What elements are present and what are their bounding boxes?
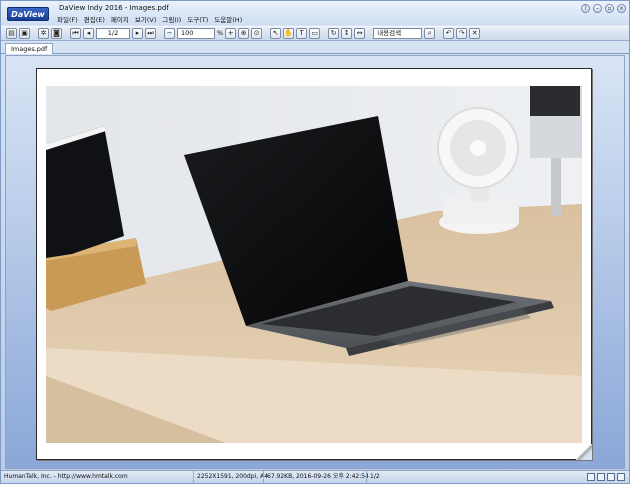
grid-view-icon[interactable] [617, 473, 625, 481]
menu-image[interactable]: 그림(I) [162, 14, 181, 24]
zoom-unit: % [217, 29, 224, 37]
menu-page[interactable]: 페이지 [111, 14, 129, 24]
app-logo: DaView [7, 7, 49, 21]
laptop-on-desk-image [46, 86, 582, 443]
main-toolbar: ▤ ▣ ✲ ◙ ⏮ ◂ 1/2 ▸ ⏭ − 100 % + ⊕ ⊙ ↖ ✋ T … [1, 26, 629, 41]
zoom-in-icon[interactable]: + [225, 28, 237, 39]
document-viewer[interactable] [5, 55, 625, 469]
window-controls: ? – ▫ × [581, 4, 626, 13]
single-page-view-icon[interactable] [587, 473, 595, 481]
view-mode-icons [587, 473, 625, 481]
redo-icon[interactable]: ↷ [456, 28, 468, 39]
continuous-view-icon[interactable] [597, 473, 605, 481]
search-icon[interactable]: ⌕ [424, 28, 436, 39]
pdf-page [36, 68, 592, 460]
close-document-icon[interactable]: ✕ [469, 28, 481, 39]
close-icon[interactable]: × [617, 4, 626, 13]
save-icon[interactable]: ▤ [6, 28, 17, 39]
status-page: 1/2 [366, 471, 576, 483]
fit-width-icon[interactable]: ↔ [354, 28, 366, 39]
previous-page-icon[interactable]: ◂ [83, 28, 94, 39]
menu-edit[interactable]: 편집(E) [84, 14, 105, 24]
menu-view[interactable]: 보기(V) [135, 14, 156, 24]
rotate-icon[interactable]: ↻ [328, 28, 340, 39]
page-number-input[interactable]: 1/2 [96, 28, 130, 39]
menu-help[interactable]: 도움말(H) [214, 14, 242, 24]
snapshot-icon[interactable]: ▭ [309, 28, 321, 39]
fit-height-icon[interactable]: ↕ [341, 28, 353, 39]
zoom-out-icon[interactable]: − [164, 28, 175, 39]
two-page-view-icon[interactable] [607, 473, 615, 481]
search-input[interactable]: 내용검색 [373, 28, 423, 39]
restore-icon[interactable]: ▫ [605, 4, 614, 13]
menu-tools[interactable]: 도구(T) [187, 14, 208, 24]
menu-bar: 파일(F) 편집(E) 페이지 보기(V) 그림(I) 도구(T) 도움말(H) [57, 14, 242, 24]
window-title: DaView Indy 2016 - Images.pdf [59, 4, 169, 12]
status-file-info: 67.92KB, 2016-09-26 오후 2:42:54 [263, 471, 369, 483]
print-icon[interactable]: ▣ [19, 28, 30, 39]
undo-icon[interactable]: ↶ [443, 28, 455, 39]
desk-photo [46, 86, 582, 443]
status-bar: HumanTalk, Inc. - http://www.hmtalk.com … [1, 470, 629, 483]
pointer-icon[interactable]: ↖ [270, 28, 282, 39]
menu-file[interactable]: 파일(F) [57, 14, 78, 24]
document-tabs: Images.pdf [1, 42, 629, 54]
settings-icon[interactable]: ✲ [38, 28, 49, 39]
zoom-input[interactable]: 100 [177, 28, 215, 39]
daview-window: DaView DaView Indy 2016 - Images.pdf 파일(… [0, 0, 630, 484]
title-bar: DaView DaView Indy 2016 - Images.pdf 파일(… [1, 1, 629, 25]
status-image-info: 2252X1591, 200dpi, A4 [193, 471, 268, 483]
hand-icon[interactable]: ✋ [283, 28, 295, 39]
text-select-icon[interactable]: T [296, 28, 308, 39]
status-company: HumanTalk, Inc. - http://www.hmtalk.com [4, 473, 128, 480]
page-curl [576, 444, 592, 460]
minimize-icon[interactable]: – [593, 4, 602, 13]
help-icon[interactable]: ? [581, 4, 590, 13]
tab-images-pdf[interactable]: Images.pdf [5, 43, 54, 54]
zoom-reset-icon[interactable]: ⊙ [251, 28, 263, 39]
zoom-fit-icon[interactable]: ⊕ [238, 28, 250, 39]
full-screen-icon[interactable]: ◙ [51, 28, 62, 39]
next-page-icon[interactable]: ▸ [132, 28, 143, 39]
last-page-icon[interactable]: ⏭ [145, 28, 156, 39]
first-page-icon[interactable]: ⏮ [70, 28, 81, 39]
